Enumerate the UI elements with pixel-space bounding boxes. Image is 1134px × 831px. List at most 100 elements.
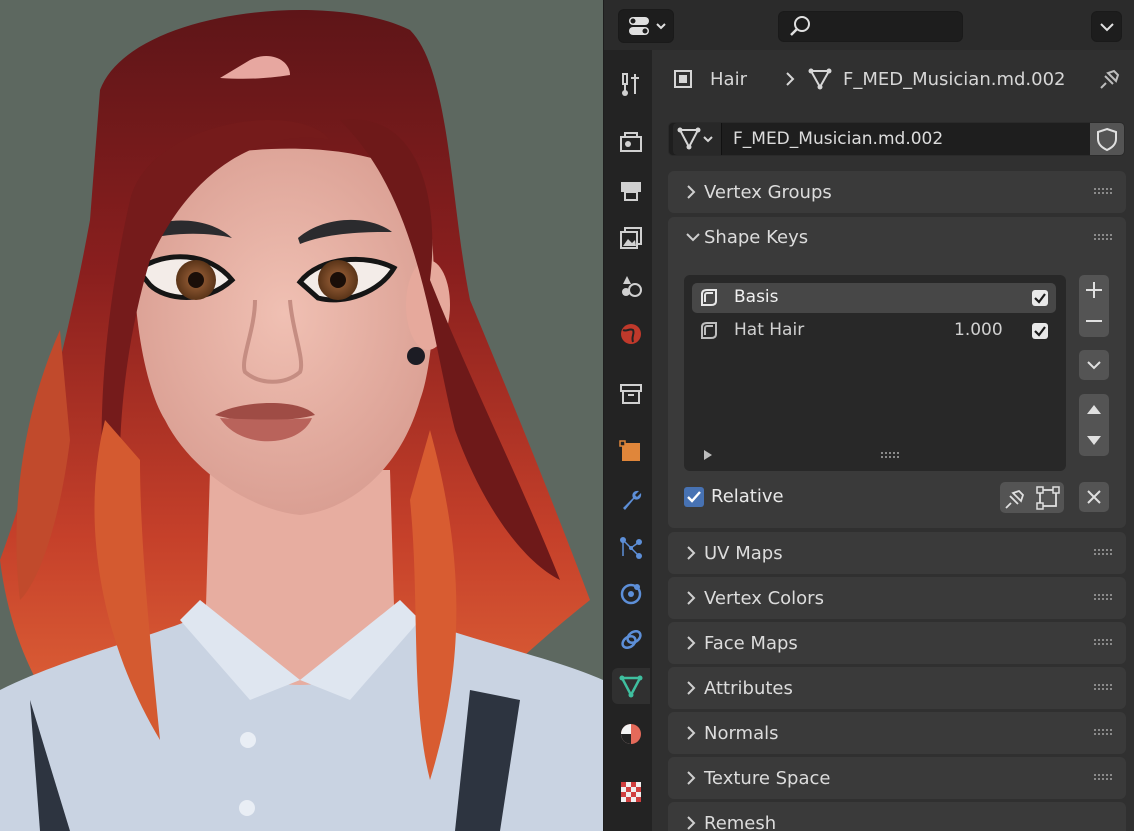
tab-collection[interactable] [612, 376, 650, 412]
move-down-button[interactable] [1079, 425, 1109, 456]
tab-physics[interactable] [612, 576, 650, 612]
fake-user-button[interactable] [1090, 123, 1124, 155]
edit-mode-icon[interactable] [1032, 482, 1064, 513]
drag-grip-icon[interactable] [1094, 684, 1112, 692]
editor-type-dropdown[interactable] [618, 9, 674, 43]
panel-title: UV Maps [704, 543, 783, 564]
chevron-right-icon [687, 816, 696, 830]
tab-tool[interactable] [612, 66, 650, 102]
panel-title: Vertex Colors [704, 588, 824, 609]
properties-editor: Hair F_MED_Musician.md.002 F_MED_Musicia… [603, 0, 1134, 831]
panel-title[interactable]: Shape Keys [704, 227, 808, 248]
remove-shape-key-button[interactable] [1079, 306, 1109, 337]
panel-title: Vertex Groups [704, 182, 832, 203]
tab-world[interactable] [612, 316, 650, 352]
drag-grip-icon[interactable] [1094, 549, 1112, 557]
object-icon [619, 440, 640, 461]
tab-mesh-data[interactable] [612, 668, 650, 704]
tab-texture[interactable] [612, 774, 650, 810]
3d-viewport[interactable] [0, 0, 603, 831]
panel-uv-maps[interactable]: UV Maps [668, 532, 1126, 574]
shape-key-enabled-checkbox[interactable] [1032, 290, 1048, 306]
shape-key-value[interactable]: 1.000 [954, 320, 1003, 340]
drag-grip-icon[interactable] [1094, 188, 1112, 196]
tab-view-layer[interactable] [612, 220, 650, 256]
close-icon [1087, 490, 1101, 504]
world-icon [621, 324, 641, 344]
search-input[interactable] [778, 11, 963, 42]
checkmark-icon [687, 491, 701, 503]
properties-tabs [604, 50, 652, 831]
tab-material[interactable] [612, 716, 650, 752]
render-icon [620, 132, 642, 152]
shape-key-icon [701, 322, 717, 339]
chevron-right-icon [687, 591, 696, 605]
panel-title: Texture Space [704, 768, 831, 789]
output-icon [621, 182, 641, 201]
object-icon [674, 70, 692, 88]
options-dropdown-button[interactable] [1091, 11, 1122, 42]
shield-icon [1097, 127, 1117, 152]
tab-render[interactable] [612, 124, 650, 160]
browse-mesh-button[interactable] [673, 123, 722, 155]
move-up-button[interactable] [1079, 394, 1109, 425]
mesh-datablock-name[interactable]: F_MED_Musician.md.002 [733, 129, 943, 149]
panel-title: Face Maps [704, 633, 798, 654]
tab-output[interactable] [612, 172, 650, 208]
collection-icon [620, 384, 642, 404]
chevron-down-icon [1100, 23, 1114, 32]
tab-particles[interactable] [612, 530, 650, 566]
panel-vertex-groups[interactable]: Vertex Groups [668, 171, 1126, 213]
breadcrumb-mesh-name: F_MED_Musician.md.002 [842, 68, 1066, 90]
pin-icon[interactable] [1097, 66, 1123, 92]
tab-constraints[interactable] [612, 622, 650, 658]
mesh-data-icon [619, 675, 643, 698]
list-item[interactable]: Basis [692, 283, 1056, 313]
drag-grip-icon[interactable] [1094, 729, 1112, 737]
chevron-right-icon [687, 681, 696, 695]
wrench-icon [623, 490, 642, 510]
shape-key-specials-button[interactable] [1079, 350, 1109, 380]
shape-lock-pin-icon[interactable] [1000, 482, 1032, 513]
tab-scene[interactable] [612, 268, 650, 304]
relative-label[interactable]: Relative [711, 486, 784, 507]
shape-key-name[interactable]: Basis [734, 287, 779, 307]
filter-toggle-icon[interactable] [702, 449, 714, 461]
tool-icon [622, 73, 639, 96]
panel-remesh[interactable]: Remesh [668, 802, 1126, 831]
shape-key-list[interactable]: Basis Hat Hair 1.000 [684, 275, 1066, 471]
shape-key-enabled-checkbox[interactable] [1032, 323, 1048, 339]
mesh-datablock-selector[interactable]: F_MED_Musician.md.002 [668, 122, 1125, 156]
drag-grip-icon[interactable] [1094, 639, 1112, 647]
list-item[interactable]: Hat Hair 1.000 [692, 316, 1056, 346]
panel-title: Attributes [704, 678, 793, 699]
panel-title: Normals [704, 723, 779, 744]
panel-vertex-colors[interactable]: Vertex Colors [668, 577, 1126, 619]
checkmark-icon [1034, 293, 1046, 304]
material-icon [621, 724, 641, 744]
tab-modifiers[interactable] [612, 482, 650, 518]
view-layer-icon [620, 227, 642, 249]
chevron-down-icon[interactable] [684, 230, 702, 244]
panel-texture-space[interactable]: Texture Space [668, 757, 1126, 799]
panel-attributes[interactable]: Attributes [668, 667, 1126, 709]
panel-normals[interactable]: Normals [668, 712, 1126, 754]
mesh-data-icon [677, 127, 713, 150]
panel-face-maps[interactable]: Face Maps [668, 622, 1126, 664]
clear-shape-keys-button[interactable] [1079, 482, 1109, 512]
chevron-right-icon [687, 185, 696, 199]
drag-grip-icon[interactable] [1094, 234, 1112, 242]
drag-grip-icon[interactable] [1094, 774, 1112, 782]
properties-editor-icon [629, 17, 666, 35]
relative-checkbox[interactable] [684, 487, 704, 507]
tab-object[interactable] [612, 434, 650, 470]
edit-mode-toggles [1000, 482, 1064, 513]
shape-key-icon [701, 289, 717, 306]
drag-grip-icon[interactable] [1094, 594, 1112, 602]
shape-key-name[interactable]: Hat Hair [734, 320, 804, 340]
chevron-right-icon [786, 72, 795, 86]
resize-grip-icon[interactable] [881, 452, 901, 460]
add-shape-key-button[interactable] [1079, 275, 1109, 306]
add-remove-group [1079, 275, 1109, 337]
chevron-right-icon [687, 636, 696, 650]
